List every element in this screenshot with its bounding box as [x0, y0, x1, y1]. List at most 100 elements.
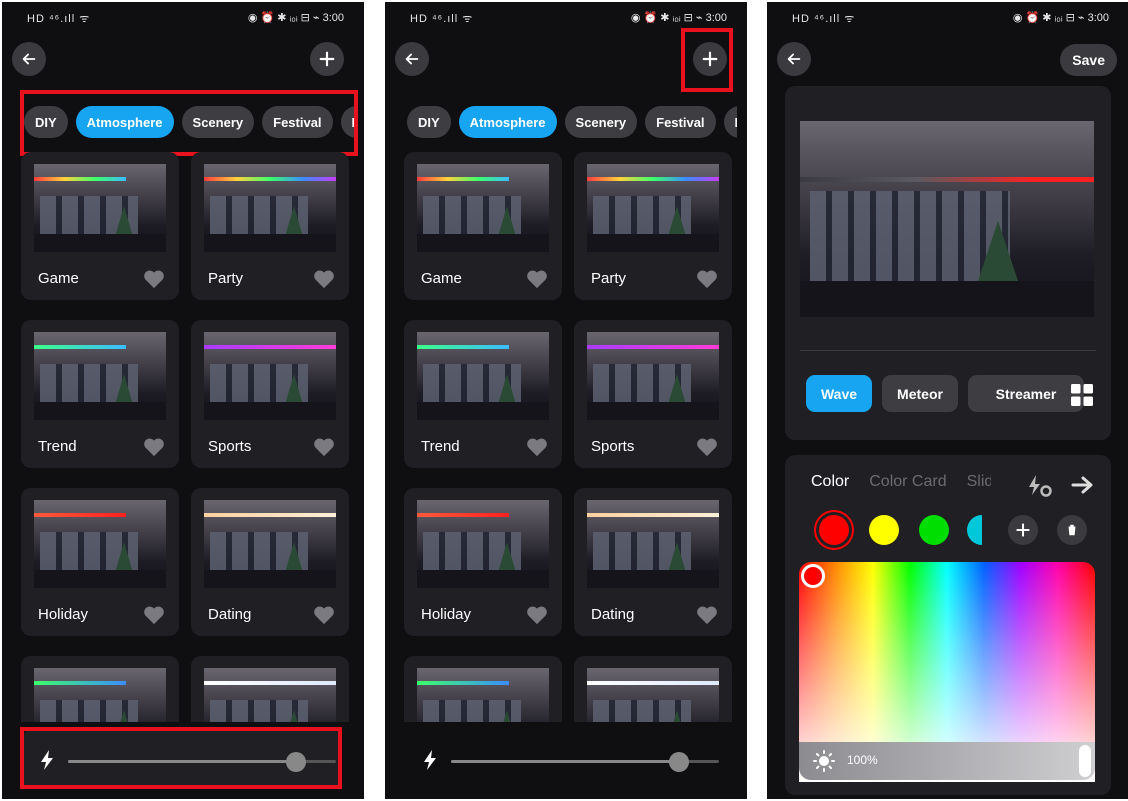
- tab-scenery[interactable]: Scenery: [564, 106, 638, 138]
- tab-m[interactable]: M: [723, 106, 737, 138]
- scene-thumbnail: [417, 500, 549, 588]
- heart-icon[interactable]: [526, 269, 548, 289]
- save-button[interactable]: Save: [1060, 44, 1117, 76]
- mode-wave[interactable]: Wave: [806, 375, 872, 412]
- scene-card[interactable]: Dating: [191, 488, 349, 636]
- back-button[interactable]: [12, 42, 46, 76]
- heart-icon[interactable]: [143, 605, 165, 625]
- status-left: HD ⁴⁶.ıll ᯤ: [410, 13, 474, 25]
- add-color-button[interactable]: [1008, 515, 1038, 545]
- brightness-percent: 100%: [847, 753, 878, 767]
- scene-name: Party: [208, 270, 244, 287]
- scene-card[interactable]: [191, 656, 349, 722]
- scene-name: Game: [421, 270, 462, 287]
- delete-color-button[interactable]: [1057, 515, 1087, 545]
- arrow-left-icon: [405, 53, 419, 65]
- scene-card[interactable]: [404, 656, 562, 722]
- scene-thumbnail: [204, 332, 336, 420]
- heart-icon[interactable]: [526, 437, 548, 457]
- color-swatch[interactable]: [967, 515, 982, 545]
- scene-card[interactable]: Sports: [191, 320, 349, 468]
- phone-scene-editor: HD ⁴⁶.ıll ᯤ ◉ ⏰ ✱ ᵢ₀ᵢ ⊟ ⌁ 3:00 Save Wave…: [767, 2, 1128, 799]
- scene-card[interactable]: Party: [191, 152, 349, 300]
- heart-icon[interactable]: [526, 605, 548, 625]
- arrow-left-icon: [22, 53, 36, 65]
- tab-festival[interactable]: Festival: [262, 106, 333, 138]
- heart-icon[interactable]: [313, 437, 335, 457]
- heart-icon[interactable]: [696, 437, 718, 457]
- scene-card[interactable]: Dating: [574, 488, 732, 636]
- color-swatch[interactable]: [919, 515, 949, 545]
- add-button[interactable]: [693, 42, 727, 76]
- scene-card[interactable]: [21, 656, 179, 722]
- scene-thumbnail: [204, 668, 336, 722]
- back-button[interactable]: [395, 42, 429, 76]
- scene-thumbnail: [417, 668, 549, 722]
- color-brightness-slider[interactable]: 100%: [799, 742, 1095, 780]
- status-bar: HD ⁴⁶.ıll ᯤ ◉ ⏰ ✱ ᵢ₀ᵢ ⊟ ⌁ 3:00: [767, 2, 1128, 36]
- brightness-bar: [405, 730, 725, 788]
- scene-thumbnail: [34, 164, 166, 252]
- color-panel: Color Color Card Slid 100%: [785, 455, 1111, 795]
- heart-icon[interactable]: [696, 605, 718, 625]
- scene-thumbnail: [587, 500, 719, 588]
- color-swatch[interactable]: [869, 515, 899, 545]
- grid-icon[interactable]: [1071, 384, 1093, 406]
- brightness-slider[interactable]: [451, 752, 719, 772]
- brightness-handle[interactable]: [1079, 745, 1091, 777]
- heart-icon[interactable]: [143, 269, 165, 289]
- status-left: HD ⁴⁶.ıll ᯤ: [792, 13, 856, 25]
- add-button[interactable]: [310, 42, 344, 76]
- scene-name: Holiday: [38, 606, 89, 623]
- scene-name: Sports: [208, 438, 252, 455]
- tab-festival[interactable]: Festival: [645, 106, 716, 138]
- bolt-icon: [424, 750, 436, 770]
- tab-atmosphere[interactable]: Atmosphere: [75, 106, 174, 138]
- status-bar: HD ⁴⁶.ıll ᯤ ◉ ⏰ ✱ ᵢ₀ᵢ ⊟ ⌁ 3:00: [2, 2, 364, 36]
- brightness-thumb[interactable]: [285, 752, 306, 772]
- scene-preview-image: [800, 121, 1094, 317]
- brightness-thumb[interactable]: [668, 752, 689, 772]
- scene-card[interactable]: Game: [404, 152, 562, 300]
- tab-diy[interactable]: DIY: [407, 106, 451, 138]
- color-tabs: Color Color Card Slid: [811, 473, 991, 491]
- mode-meteor[interactable]: Meteor: [882, 375, 958, 412]
- scene-card[interactable]: Holiday: [21, 488, 179, 636]
- color-tab-slid[interactable]: Slid: [967, 473, 991, 491]
- scene-card[interactable]: Trend: [21, 320, 179, 468]
- heart-icon[interactable]: [313, 605, 335, 625]
- mode-streamer[interactable]: Streamer: [968, 375, 1084, 412]
- scene-thumbnail: [417, 332, 549, 420]
- phone-scene-list-1: HD ⁴⁶.ıll ᯤ ◉ ⏰ ✱ ᵢ₀ᵢ ⊟ ⌁ 3:00 DIY Atmosp…: [2, 2, 364, 799]
- scene-card[interactable]: [574, 656, 732, 722]
- scene-thumbnail: [587, 668, 719, 722]
- tab-scenery[interactable]: Scenery: [181, 106, 255, 138]
- color-tab-color[interactable]: Color: [811, 473, 849, 491]
- scene-name: Trend: [38, 438, 77, 455]
- scene-thumbnail: [34, 500, 166, 588]
- divider: [800, 350, 1096, 351]
- tab-diy[interactable]: DIY: [24, 106, 68, 138]
- bolt-icon: [41, 750, 53, 770]
- plus-icon: [319, 51, 335, 67]
- scene-card[interactable]: Sports: [574, 320, 732, 468]
- color-picker-handle[interactable]: [801, 564, 825, 588]
- heart-icon[interactable]: [313, 269, 335, 289]
- heart-icon[interactable]: [143, 437, 165, 457]
- brightness-slider[interactable]: [68, 752, 336, 772]
- back-button[interactable]: [777, 42, 811, 76]
- scene-card[interactable]: Trend: [404, 320, 562, 468]
- color-tab-color-card[interactable]: Color Card: [869, 473, 946, 491]
- scene-card[interactable]: Holiday: [404, 488, 562, 636]
- color-swatch[interactable]: [819, 515, 849, 545]
- heart-icon[interactable]: [696, 269, 718, 289]
- tab-m[interactable]: M: [340, 106, 354, 138]
- scene-card[interactable]: Party: [574, 152, 732, 300]
- sun-icon: [813, 750, 835, 772]
- effect-settings-icon[interactable]: [1027, 475, 1053, 499]
- scene-name: Dating: [591, 606, 635, 623]
- tab-atmosphere[interactable]: Atmosphere: [458, 106, 557, 138]
- arrow-right-icon[interactable]: [1071, 475, 1095, 495]
- scene-name: Game: [38, 270, 79, 287]
- scene-card[interactable]: Game: [21, 152, 179, 300]
